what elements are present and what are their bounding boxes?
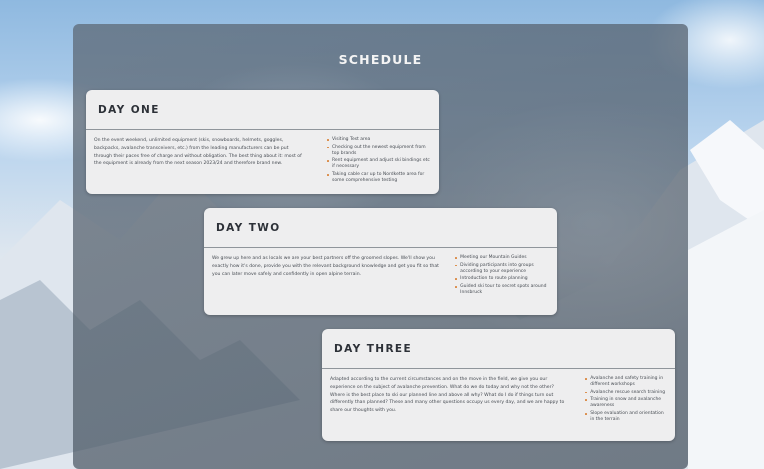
- list-item: Taking cable car up to Nordkette area fo…: [326, 172, 431, 184]
- list-item: Meeting our Mountain Guides: [455, 255, 549, 261]
- list-item: Checking out the newest equipment from t…: [326, 145, 431, 157]
- list-item: Guided ski tour to secret spots around I…: [455, 284, 549, 296]
- day-activity-list: Visiting Test area Checking out the newe…: [326, 137, 431, 186]
- list-item: Visiting Test area: [326, 137, 431, 143]
- day-activity-list: Meeting our Mountain Guides Dividing par…: [455, 255, 549, 298]
- day-card-header: DAY THREE: [322, 329, 675, 369]
- list-item: Dividing participants into groups accord…: [455, 263, 549, 275]
- day-card-one: DAY ONE On the event weekend, unlimited …: [86, 90, 439, 194]
- day-description: Adapted according to the current circums…: [330, 377, 565, 414]
- day-card-three: DAY THREE Adapted according to the curre…: [322, 329, 675, 441]
- day-card-two: DAY TWO We grew up here and as locals we…: [204, 208, 557, 315]
- day-activity-list: Avalanche and safety training in differe…: [585, 376, 667, 425]
- day-title: DAY ONE: [98, 103, 160, 116]
- list-item: Avalanche and safety training in differe…: [585, 376, 667, 388]
- page-title: SCHEDULE: [338, 52, 423, 67]
- day-title: DAY THREE: [334, 342, 413, 355]
- list-item: Training in snow and avalanche awareness: [585, 397, 667, 409]
- day-card-body: Adapted according to the current circums…: [322, 369, 675, 425]
- day-card-header: DAY ONE: [86, 90, 439, 130]
- list-item: Introduction to route planning: [455, 276, 549, 282]
- list-item: Rent equipment and adjust ski bindings e…: [326, 158, 431, 170]
- day-card-body: On the event weekend, unlimited equipmen…: [86, 130, 439, 186]
- day-card-body: We grew up here and as locals we are you…: [204, 248, 557, 298]
- day-card-header: DAY TWO: [204, 208, 557, 248]
- list-item: Avalanche rescue search training: [585, 390, 667, 396]
- day-description: We grew up here and as locals we are you…: [212, 256, 439, 277]
- day-title: DAY TWO: [216, 221, 281, 234]
- day-description: On the event weekend, unlimited equipmen…: [94, 138, 302, 167]
- list-item: Slope evaluation and orientation in the …: [585, 411, 667, 423]
- schedule-panel: SCHEDULE DAY ONE On the event weekend, u…: [73, 24, 688, 469]
